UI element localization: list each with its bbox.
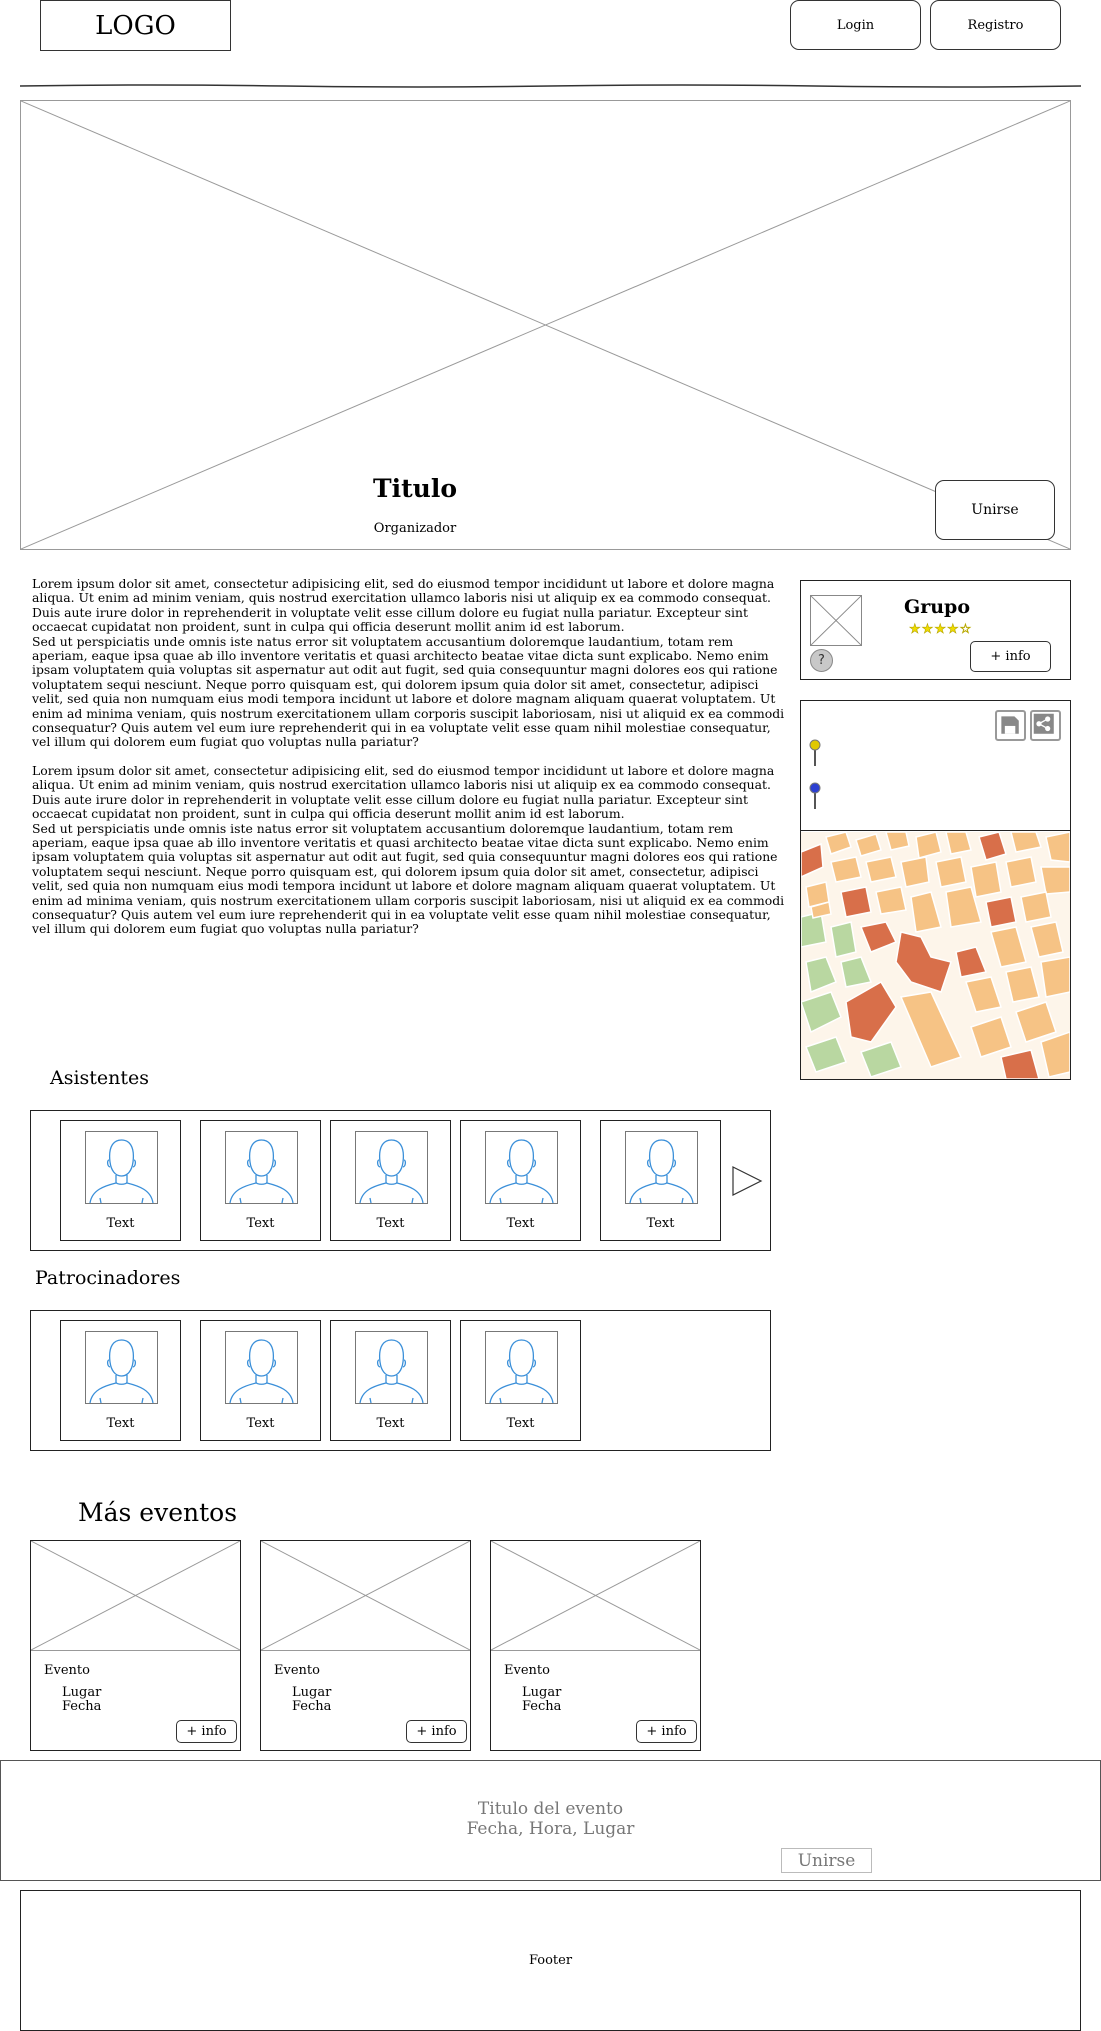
- map-legend: [801, 701, 1070, 831]
- hero-join-button[interactable]: Unirse: [935, 480, 1055, 540]
- hero-image-placeholder: [20, 100, 1071, 550]
- person-card[interactable]: Text: [200, 1120, 321, 1241]
- map-pin-icon[interactable]: [809, 739, 821, 767]
- next-arrow-icon[interactable]: [731, 1165, 763, 1197]
- event-card[interactable]: Evento Lugar Fecha + info: [30, 1540, 241, 1751]
- event-card-date: Fecha: [522, 1699, 562, 1714]
- sponsors-title: Patrocinadores: [35, 1267, 181, 1289]
- person-card[interactable]: Text: [460, 1120, 581, 1241]
- star-icon: ★: [934, 622, 947, 638]
- event-info-button[interactable]: + info: [176, 1720, 237, 1743]
- help-icon-glyph: ?: [818, 653, 825, 668]
- event-card-place: Lugar: [62, 1685, 102, 1700]
- logo[interactable]: LOGO: [40, 0, 231, 51]
- avatar-icon: [85, 1131, 158, 1204]
- person-card[interactable]: Text: [330, 1120, 451, 1241]
- sticky-event-details: Fecha, Hora, Lugar: [466, 1819, 635, 1839]
- group-info-button[interactable]: + info: [970, 641, 1051, 672]
- event-info-label: + info: [416, 1724, 457, 1739]
- person-card[interactable]: Text: [60, 1320, 181, 1441]
- event-image-placeholder: [491, 1541, 700, 1651]
- star-icon: ★: [909, 622, 922, 638]
- map-pin-icon[interactable]: [809, 782, 821, 810]
- group-info-label: + info: [990, 649, 1031, 664]
- login-button[interactable]: Login: [790, 0, 921, 50]
- hero-join-label: Unirse: [971, 502, 1019, 518]
- person-card[interactable]: Text: [200, 1320, 321, 1441]
- organizer-name[interactable]: Organizador: [315, 521, 515, 536]
- event-info-button[interactable]: + info: [406, 1720, 467, 1743]
- event-card[interactable]: Evento Lugar Fecha + info: [260, 1540, 471, 1751]
- more-events-title: Más eventos: [78, 1498, 238, 1527]
- person-card[interactable]: Text: [600, 1120, 721, 1241]
- avatar-icon: [485, 1331, 558, 1404]
- person-card-label: Text: [106, 1216, 135, 1231]
- avatar-icon: [225, 1331, 298, 1404]
- description-paragraph: Sed ut perspiciatis unde omnis iste natu…: [32, 820, 785, 937]
- group-card: ? Grupo ★★★★☆ + info: [800, 580, 1071, 680]
- person-card-label: Text: [506, 1216, 535, 1231]
- event-description: Lorem ipsum dolor sit amet, consectetur …: [32, 576, 790, 937]
- event-card-title: Evento: [274, 1663, 320, 1678]
- map-widget: [800, 700, 1071, 1080]
- footer: Footer: [20, 1890, 1081, 2031]
- header-divider: [20, 84, 1081, 88]
- person-card-label: Text: [376, 1216, 405, 1231]
- event-card-title: Evento: [44, 1663, 90, 1678]
- sticky-join-label: Unirse: [797, 1850, 856, 1871]
- map-image[interactable]: [801, 832, 1070, 1079]
- sponsors-list: Text Text Text Text: [30, 1310, 771, 1451]
- save-icon[interactable]: [995, 710, 1026, 741]
- logo-text: LOGO: [95, 10, 176, 41]
- description-paragraph: Sed ut perspiciatis unde omnis iste natu…: [32, 633, 785, 750]
- group-rating: ★★★★☆: [909, 622, 973, 638]
- description-paragraph: Lorem ipsum dolor sit amet, consectetur …: [32, 762, 775, 822]
- description-paragraph: Lorem ipsum dolor sit amet, consectetur …: [32, 576, 775, 635]
- person-card-label: Text: [106, 1416, 135, 1431]
- avatar-icon: [485, 1131, 558, 1204]
- avatar-icon: [355, 1331, 428, 1404]
- group-image-placeholder: [810, 595, 862, 646]
- event-title: Titulo: [373, 474, 457, 503]
- avatar-icon: [225, 1131, 298, 1204]
- attendees-title: Asistentes: [50, 1067, 150, 1089]
- event-card-place: Lugar: [292, 1685, 332, 1700]
- event-info-label: + info: [646, 1724, 687, 1739]
- person-card-label: Text: [646, 1216, 675, 1231]
- sticky-event-bar: Titulo del evento Fecha, Hora, Lugar Uni…: [0, 1760, 1101, 1881]
- event-image-placeholder: [31, 1541, 240, 1651]
- event-card-title: Evento: [504, 1663, 550, 1678]
- share-icon[interactable]: [1030, 710, 1061, 741]
- register-label: Registro: [967, 17, 1024, 33]
- star-icon: ★: [946, 622, 960, 638]
- avatar-icon: [625, 1131, 698, 1204]
- star-icon: ☆: [959, 622, 973, 638]
- event-card[interactable]: Evento Lugar Fecha + info: [490, 1540, 701, 1751]
- event-image-placeholder: [261, 1541, 470, 1651]
- group-name[interactable]: Grupo: [904, 596, 970, 618]
- person-card-label: Text: [506, 1416, 535, 1431]
- person-card[interactable]: Text: [60, 1120, 181, 1241]
- event-info-label: + info: [186, 1724, 227, 1739]
- person-card-label: Text: [246, 1216, 275, 1231]
- person-card-label: Text: [246, 1416, 275, 1431]
- person-card[interactable]: Text: [460, 1320, 581, 1441]
- sticky-join-button[interactable]: Unirse: [781, 1848, 872, 1873]
- person-card[interactable]: Text: [330, 1320, 451, 1441]
- avatar-icon: [355, 1131, 428, 1204]
- event-card-date: Fecha: [292, 1699, 332, 1714]
- person-card-label: Text: [376, 1416, 405, 1431]
- event-card-date: Fecha: [62, 1699, 102, 1714]
- register-button[interactable]: Registro: [930, 0, 1061, 50]
- avatar-icon: [85, 1331, 158, 1404]
- star-icon: ★: [921, 622, 935, 638]
- footer-label: Footer: [528, 1953, 573, 1968]
- login-label: Login: [836, 17, 875, 33]
- event-info-button[interactable]: + info: [636, 1720, 697, 1743]
- help-icon[interactable]: ?: [810, 649, 833, 672]
- sticky-event-title: Titulo del evento: [477, 1799, 624, 1819]
- attendees-carousel: Text Text Text Text Text: [30, 1110, 771, 1251]
- event-card-place: Lugar: [522, 1685, 562, 1700]
